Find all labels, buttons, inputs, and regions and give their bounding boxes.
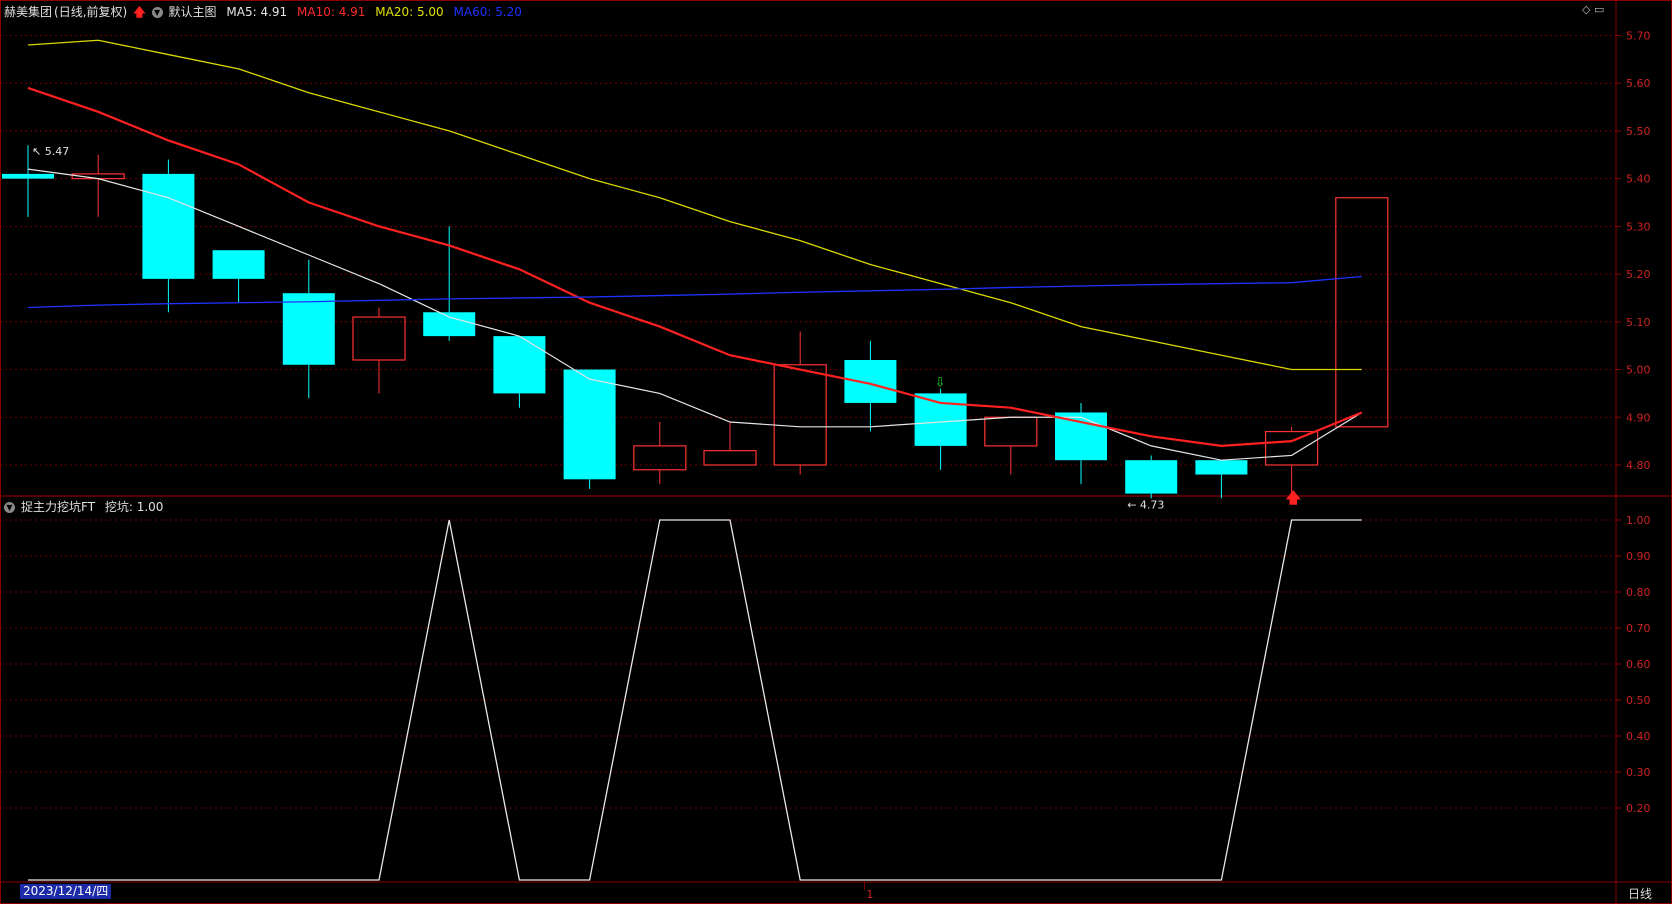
candle-body-up (633, 445, 687, 471)
y-tick-label: 5.10 (1626, 316, 1651, 329)
candle-body-down (423, 312, 476, 337)
period-button[interactable]: 日线 (1628, 885, 1652, 902)
candle-body-down (1055, 412, 1107, 461)
ma-line-ma5 (27, 168, 1363, 461)
low-price-label: ← 4.73 (1127, 498, 1164, 511)
y-tick-label: 5.50 (1626, 125, 1651, 138)
y-tick-label: 4.80 (1626, 459, 1651, 472)
candle-body-up (984, 416, 1038, 447)
candle-body-down (212, 250, 265, 279)
high-price-label: ↖ 5.47 (32, 145, 69, 158)
candle-body-down (2, 173, 54, 179)
candle-body-down (563, 369, 616, 480)
main-chart-header: 赫美集团 (日线,前复权) 🡅 ▼ 默认主图 MA5: 4.91 MA10: 4.91 … (4, 5, 528, 19)
candle-body-up (352, 316, 406, 361)
y-tick-label: 5.30 (1626, 220, 1651, 233)
y-tick-label: 0.50 (1626, 694, 1651, 707)
candle-body-down (914, 393, 967, 446)
buy-arrow-icon: 🡅 (1286, 488, 1302, 506)
chart-frame (0, 0, 1672, 904)
candle-body-up (1264, 430, 1319, 466)
y-tick-label: 0.20 (1626, 802, 1651, 815)
indicator-value: 挖坑: 1.00 (104, 500, 164, 514)
ma-line-ma60 (27, 275, 1362, 309)
y-tick-label: 4.90 (1626, 411, 1651, 424)
ma60-label: MA60: 5.20 (453, 5, 522, 19)
y-tick-label: 0.70 (1626, 622, 1651, 635)
down-arrow-icon: ⇩ (935, 376, 946, 391)
y-tick-label: 5.40 (1626, 173, 1651, 186)
period-mode: (日线,前复权) (54, 5, 128, 19)
ma10-label: MA10: 4.91 (297, 5, 366, 19)
month-marker: 1 (866, 888, 873, 901)
up-arrow-icon: 🡅 (133, 5, 146, 19)
date-cursor: 2023/12/14/四 (20, 884, 112, 899)
y-tick-label: 0.80 (1626, 586, 1651, 599)
candle-body-up (773, 364, 827, 466)
candle-body-down (142, 173, 195, 279)
chevron-down-icon[interactable]: ▼ (4, 502, 15, 513)
kline-chart[interactable]: 5.70 5.60 5.50 5.40 5.30 5.20 5.10 5.00 4.90 4.80… (0, 0, 1672, 904)
candle-body-down (493, 336, 546, 394)
stock-name[interactable]: 赫美集团 (4, 5, 52, 19)
indicator-title[interactable]: 捉主力挖坑FT (21, 500, 95, 514)
candle-body-up (1335, 197, 1389, 428)
diamond-icon[interactable]: ◇ (1582, 3, 1590, 16)
y-tick-label: 5.20 (1626, 268, 1651, 281)
ma-line-ma20 (27, 39, 1362, 371)
indicator-header: ▼ 捉主力挖坑FT 挖坑: 1.00 (4, 500, 169, 514)
y-tick-label: 5.60 (1626, 77, 1651, 90)
ma20-label: MA20: 5.00 (375, 5, 444, 19)
ma5-label: MA5: 4.91 (226, 5, 288, 19)
y-tick-label: 0.60 (1626, 658, 1651, 671)
chevron-down-icon[interactable]: ▼ (151, 7, 163, 18)
candle-body-down (282, 293, 335, 365)
candle-body-up (703, 450, 757, 466)
y-tick-label: 5.00 (1626, 364, 1651, 377)
y-tick-label: 5.70 (1626, 29, 1651, 42)
candle-body-down (844, 359, 897, 403)
y-tick-label: 0.90 (1626, 550, 1651, 563)
y-tick-label: 1.00 (1626, 514, 1651, 527)
candle-body-down (1195, 460, 1248, 475)
candle-body-down (1125, 460, 1178, 494)
panel-icon[interactable]: ▭ (1594, 3, 1604, 16)
main-chart-label[interactable]: 默认主图 (169, 5, 217, 19)
window-controls[interactable]: ◇ ▭ (1582, 3, 1604, 16)
y-tick-label: 0.40 (1626, 730, 1651, 743)
y-tick-label: 0.30 (1626, 766, 1651, 779)
